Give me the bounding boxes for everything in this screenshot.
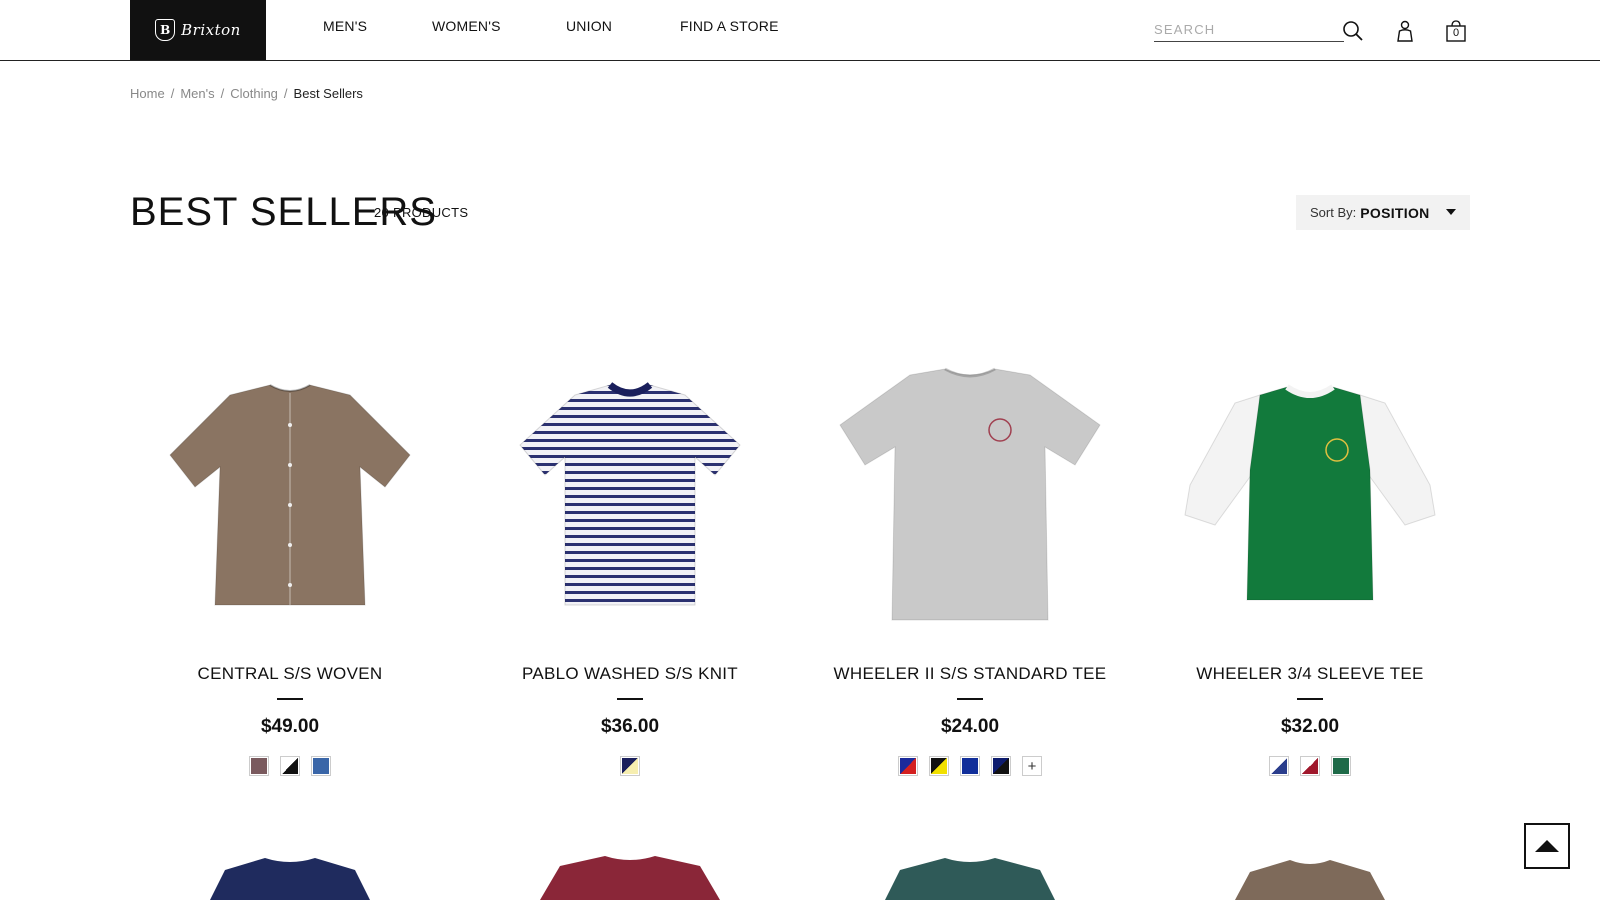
product-card[interactable]: WHEELER II S/S STANDARD TEE $24.00 + [810, 360, 1130, 776]
product-card[interactable]: CENTRAL S/S WOVEN $49.00 [130, 360, 450, 776]
logo-text: Brixton [181, 21, 241, 39]
swatch-color [622, 758, 638, 774]
breadcrumb-home[interactable]: Home [130, 86, 165, 101]
color-swatch[interactable] [960, 756, 980, 776]
divider [617, 698, 643, 700]
product-price: $49.00 [260, 716, 320, 737]
swatch-color [993, 758, 1009, 774]
swatch-color [1271, 758, 1287, 774]
color-swatch[interactable] [311, 756, 331, 776]
product-image[interactable] [130, 360, 450, 630]
search-field [1154, 18, 1344, 42]
swatch-color [900, 758, 916, 774]
breadcrumb-current: Best Sellers [293, 86, 363, 101]
color-swatch[interactable] [280, 756, 300, 776]
color-swatch[interactable] [898, 756, 918, 776]
sort-dropdown[interactable]: Sort By: POSITION [1296, 195, 1470, 230]
product-count: 20 PRODUCTS [374, 205, 469, 220]
color-swatch[interactable] [1331, 756, 1351, 776]
shirt-image [839, 367, 1101, 621]
color-swatch[interactable] [620, 756, 640, 776]
breadcrumb-separator: / [220, 86, 225, 101]
product-image[interactable] [810, 360, 1130, 630]
product-name[interactable]: WHEELER II S/S STANDARD TEE [810, 664, 1130, 684]
color-swatches: + [810, 756, 1130, 776]
search-icon[interactable] [1340, 18, 1366, 44]
shirt-image [1184, 384, 1436, 601]
swatch-color [962, 758, 978, 774]
shirt-image [885, 858, 1055, 900]
cart-count: 0 [1452, 27, 1460, 39]
divider [957, 698, 983, 700]
caret-down-icon [1446, 209, 1456, 215]
nav-find-a-store[interactable]: FIND A STORE [680, 18, 779, 34]
product-price: $32.00 [1280, 716, 1340, 737]
nav-mens[interactable]: MEN'S [323, 18, 367, 34]
product-image-peek[interactable] [130, 856, 450, 900]
color-swatch[interactable] [929, 756, 949, 776]
product-image-peek[interactable] [1150, 856, 1470, 900]
product-name[interactable]: CENTRAL S/S WOVEN [130, 664, 450, 684]
product-image-peek[interactable] [470, 856, 790, 900]
shirt-image [210, 858, 370, 900]
product-image[interactable] [1150, 360, 1470, 630]
swatch-color [931, 758, 947, 774]
breadcrumb-clothing[interactable]: Clothing [230, 86, 278, 101]
search-input[interactable] [1154, 18, 1344, 40]
more-colors-button[interactable]: + [1022, 756, 1042, 776]
product-name[interactable]: PABLO WASHED S/S KNIT [470, 664, 790, 684]
shirt-image [1235, 860, 1385, 900]
user-icon[interactable] [1392, 18, 1418, 44]
product-card[interactable]: WHEELER 3/4 SLEEVE TEE $32.00 [1150, 360, 1470, 776]
divider [277, 698, 303, 700]
site-header: B Brixton MEN'S WOMEN'S UNION FIND A STO… [0, 0, 1600, 61]
product-card[interactable]: PABLO WASHED S/S KNIT $36.00 [470, 360, 790, 776]
color-swatch[interactable] [249, 756, 269, 776]
brand-logo[interactable]: B Brixton [130, 0, 266, 60]
bag-icon[interactable]: 0 [1443, 18, 1469, 44]
divider [1297, 698, 1323, 700]
breadcrumb: Home / Men's / Clothing / Best Sellers [130, 86, 363, 101]
shirt-image [169, 384, 411, 606]
sort-label: Sort By: [1310, 205, 1357, 220]
logo-mark: B [155, 19, 176, 41]
swatch-color [1302, 758, 1318, 774]
product-image[interactable] [470, 360, 790, 630]
shirt-image [519, 382, 741, 606]
swatch-color [1333, 758, 1349, 774]
arrow-up-icon [1535, 840, 1559, 852]
back-to-top-button[interactable] [1524, 823, 1570, 869]
swatch-color [313, 758, 329, 774]
product-image-peek[interactable] [810, 856, 1130, 900]
color-swatch[interactable] [1300, 756, 1320, 776]
breadcrumb-separator: / [170, 86, 175, 101]
color-swatch[interactable] [991, 756, 1011, 776]
color-swatches [1150, 756, 1470, 776]
product-price: $36.00 [600, 716, 660, 737]
nav-womens[interactable]: WOMEN'S [432, 18, 501, 34]
breadcrumb-mens[interactable]: Men's [180, 86, 214, 101]
color-swatches [130, 756, 450, 776]
swatch-color [251, 758, 267, 774]
shirt-image [540, 856, 720, 900]
sort-value: POSITION [1360, 204, 1430, 221]
product-price: $24.00 [940, 716, 1000, 737]
breadcrumb-separator: / [283, 86, 288, 101]
swatch-color [282, 758, 298, 774]
color-swatches [470, 756, 790, 776]
product-name[interactable]: WHEELER 3/4 SLEEVE TEE [1150, 664, 1470, 684]
color-swatch[interactable] [1269, 756, 1289, 776]
nav-union[interactable]: UNION [566, 18, 612, 34]
